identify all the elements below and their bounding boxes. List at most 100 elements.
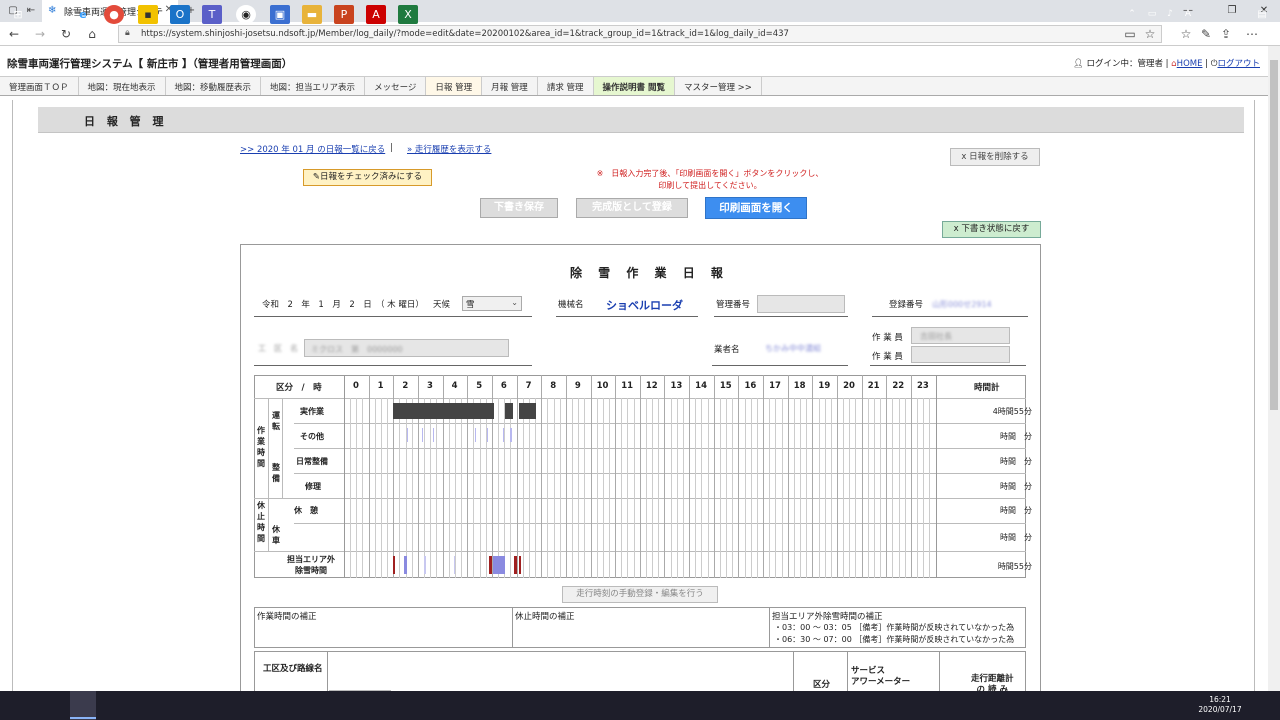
other-tick-5 — [502, 428, 505, 442]
quarter-tick — [608, 398, 610, 578]
menu-billing[interactable]: 請求 管理 — [538, 77, 594, 95]
home-link[interactable]: HOME — [1177, 59, 1203, 69]
open-print-button[interactable]: 印刷画面を開く — [705, 197, 807, 219]
mgmt-underline — [714, 316, 848, 317]
logout-link[interactable]: ログアウト — [1217, 59, 1260, 69]
link-separator: | — [390, 143, 393, 153]
final-register-button[interactable]: 完成版として登録 — [576, 198, 688, 218]
quarter-tick — [830, 398, 832, 578]
total-other: 時間 分 — [1000, 432, 1032, 441]
excel-icon[interactable]: X — [398, 5, 418, 24]
back-to-list-link[interactable]: >> 2020 年 01 月 の日報一覧に戻る — [240, 143, 385, 155]
task-view-icon[interactable]: ⧉ — [38, 5, 58, 24]
page-scrollbar-thumb[interactable] — [1270, 60, 1278, 410]
mgmt-field[interactable] — [757, 295, 845, 313]
share-icon[interactable]: ⇪ — [1218, 26, 1234, 42]
hour-vline-12 — [639, 375, 641, 578]
favorites-list-icon[interactable]: ☆ — [1178, 26, 1194, 42]
cat-work-label: 作業時間 — [257, 426, 265, 468]
file-explorer-icon[interactable]: ▬ — [302, 5, 322, 24]
weather-label: 天候 — [433, 300, 451, 310]
revert-draft-button[interactable]: x 下書き状態に戻す — [942, 221, 1041, 238]
windows-start-icon[interactable]: ⊞ — [8, 5, 28, 24]
menu-messages[interactable]: メッセージ — [365, 77, 427, 95]
tray-chevron-icon[interactable]: ⌃ — [1122, 5, 1142, 24]
kubun-label: 区分 — [813, 680, 831, 690]
network-icon[interactable]: ▭ — [1142, 5, 1162, 24]
refresh-icon[interactable]: ↻ — [58, 26, 74, 42]
quarter-tick — [781, 398, 783, 578]
powerpoint-icon[interactable]: P — [334, 5, 354, 24]
back-icon[interactable]: ← — [6, 26, 22, 42]
teams-icon[interactable]: T — [202, 5, 222, 24]
clock-time: 16:21 — [1209, 695, 1231, 704]
mark-checked-button[interactable]: ✎日報をチェック済みにする — [303, 169, 432, 186]
menu-admin-top[interactable]: 管理画面ＴＯＰ — [0, 77, 79, 95]
area-correction-box: 担当エリア外除雪時間の補正 ・03：00 ～ 03：05 ［備考］作業時間が反映… — [769, 607, 1026, 648]
hour-label-1: 1 — [377, 381, 384, 391]
quarter-tick — [522, 398, 524, 578]
quarter-tick — [374, 398, 376, 578]
reading-view-icon[interactable]: ▭ — [1122, 26, 1138, 42]
menu-manual[interactable]: 操作説明書 閲覧 — [593, 77, 675, 95]
weather-select[interactable]: 雪 ⌄ — [462, 296, 522, 311]
quarter-tick — [461, 398, 463, 578]
home-icon[interactable]: ⌂ — [84, 26, 100, 42]
volume-icon[interactable]: ♪ — [1160, 5, 1180, 24]
outlook-icon[interactable]: O — [170, 5, 190, 24]
quarter-tick — [843, 398, 845, 578]
menu-map-area[interactable]: 地図：担当エリア表示 — [261, 77, 366, 95]
print-notice-line2: 印刷して提出してください。 — [658, 181, 762, 190]
more-icon[interactable]: ⋯ — [1244, 26, 1260, 42]
quarter-tick — [645, 398, 647, 578]
report-date: 令和 2 年 1 月 2 日 （ 木 曜日） — [262, 300, 424, 310]
quarter-tick — [405, 398, 407, 578]
edge-browser-icon[interactable]: e — [73, 5, 93, 24]
quarter-tick — [448, 398, 450, 578]
ime-icon[interactable]: A — [1178, 5, 1198, 24]
weather-value: 雪 — [466, 300, 475, 310]
url-text: https://system.shinjoshi-josetsu.ndsoft.… — [141, 29, 789, 39]
menu-monthly-report[interactable]: 月報 管理 — [482, 77, 538, 95]
show-history-link[interactable]: » 走行履歴を表示する — [407, 143, 491, 155]
area-red-bar-3 — [519, 556, 521, 574]
app-circle-icon[interactable]: ◉ — [236, 5, 256, 24]
quarter-tick — [695, 398, 697, 578]
other-tick-4 — [486, 428, 489, 442]
worker-field-2[interactable] — [911, 346, 1010, 363]
route-field[interactable]: ミクロス 第 0000000 — [304, 339, 509, 357]
notifications-icon[interactable]: ▤ — [1252, 5, 1272, 24]
taskbar-active-bg — [70, 691, 96, 720]
hour-vline-14 — [689, 375, 691, 578]
quarter-tick — [596, 398, 598, 578]
section-divider-2 — [793, 652, 794, 692]
cat-rest-label: 休止時間 — [257, 501, 265, 543]
acrobat-icon[interactable]: A — [366, 5, 386, 24]
menu-master[interactable]: マスター管理 >> — [675, 77, 762, 95]
favorite-star-icon[interactable]: ☆ — [1142, 26, 1158, 42]
remote-icon[interactable]: ▣ — [270, 5, 290, 24]
quarter-tick — [510, 398, 512, 578]
cat-maint-label: 整備 — [272, 463, 280, 483]
hour-vline-8 — [541, 375, 543, 578]
quarter-tick — [892, 398, 894, 578]
menu-map-history[interactable]: 地図：移動履歴表示 — [166, 77, 262, 95]
sticky-notes-icon[interactable]: ▪ — [138, 5, 158, 24]
url-field[interactable]: 🔒︎ https://system.shinjoshi-josetsu.ndso… — [118, 25, 1162, 43]
pen-icon[interactable]: ✎ — [1198, 26, 1214, 42]
taskbar-clock[interactable]: 16:21 2020/07/17 — [1198, 695, 1242, 715]
quarter-tick — [547, 398, 549, 578]
chrome-icon[interactable]: ● — [104, 5, 124, 24]
route-label: 工 区 名 — [258, 344, 298, 353]
forward-icon[interactable]: → — [32, 26, 48, 42]
menu-daily-report[interactable]: 日報 管理 — [426, 77, 483, 95]
restore-icon[interactable]: ❐ — [1222, 3, 1242, 19]
draft-save-button[interactable]: 下書き保存 — [480, 198, 558, 218]
menu-map-current[interactable]: 地図：現在地表示 — [79, 77, 166, 95]
row-label-daily-maint: 日常整備 — [296, 457, 328, 466]
manual-time-edit-button[interactable]: 走行時刻の手動登録・編集を行う — [562, 586, 718, 603]
hour-label-19: 19 — [818, 381, 831, 391]
worker-field-1[interactable]: 吉田社長 — [911, 327, 1010, 344]
sub-vline — [282, 398, 283, 498]
delete-report-button[interactable]: x 日報を削除する — [950, 148, 1040, 166]
